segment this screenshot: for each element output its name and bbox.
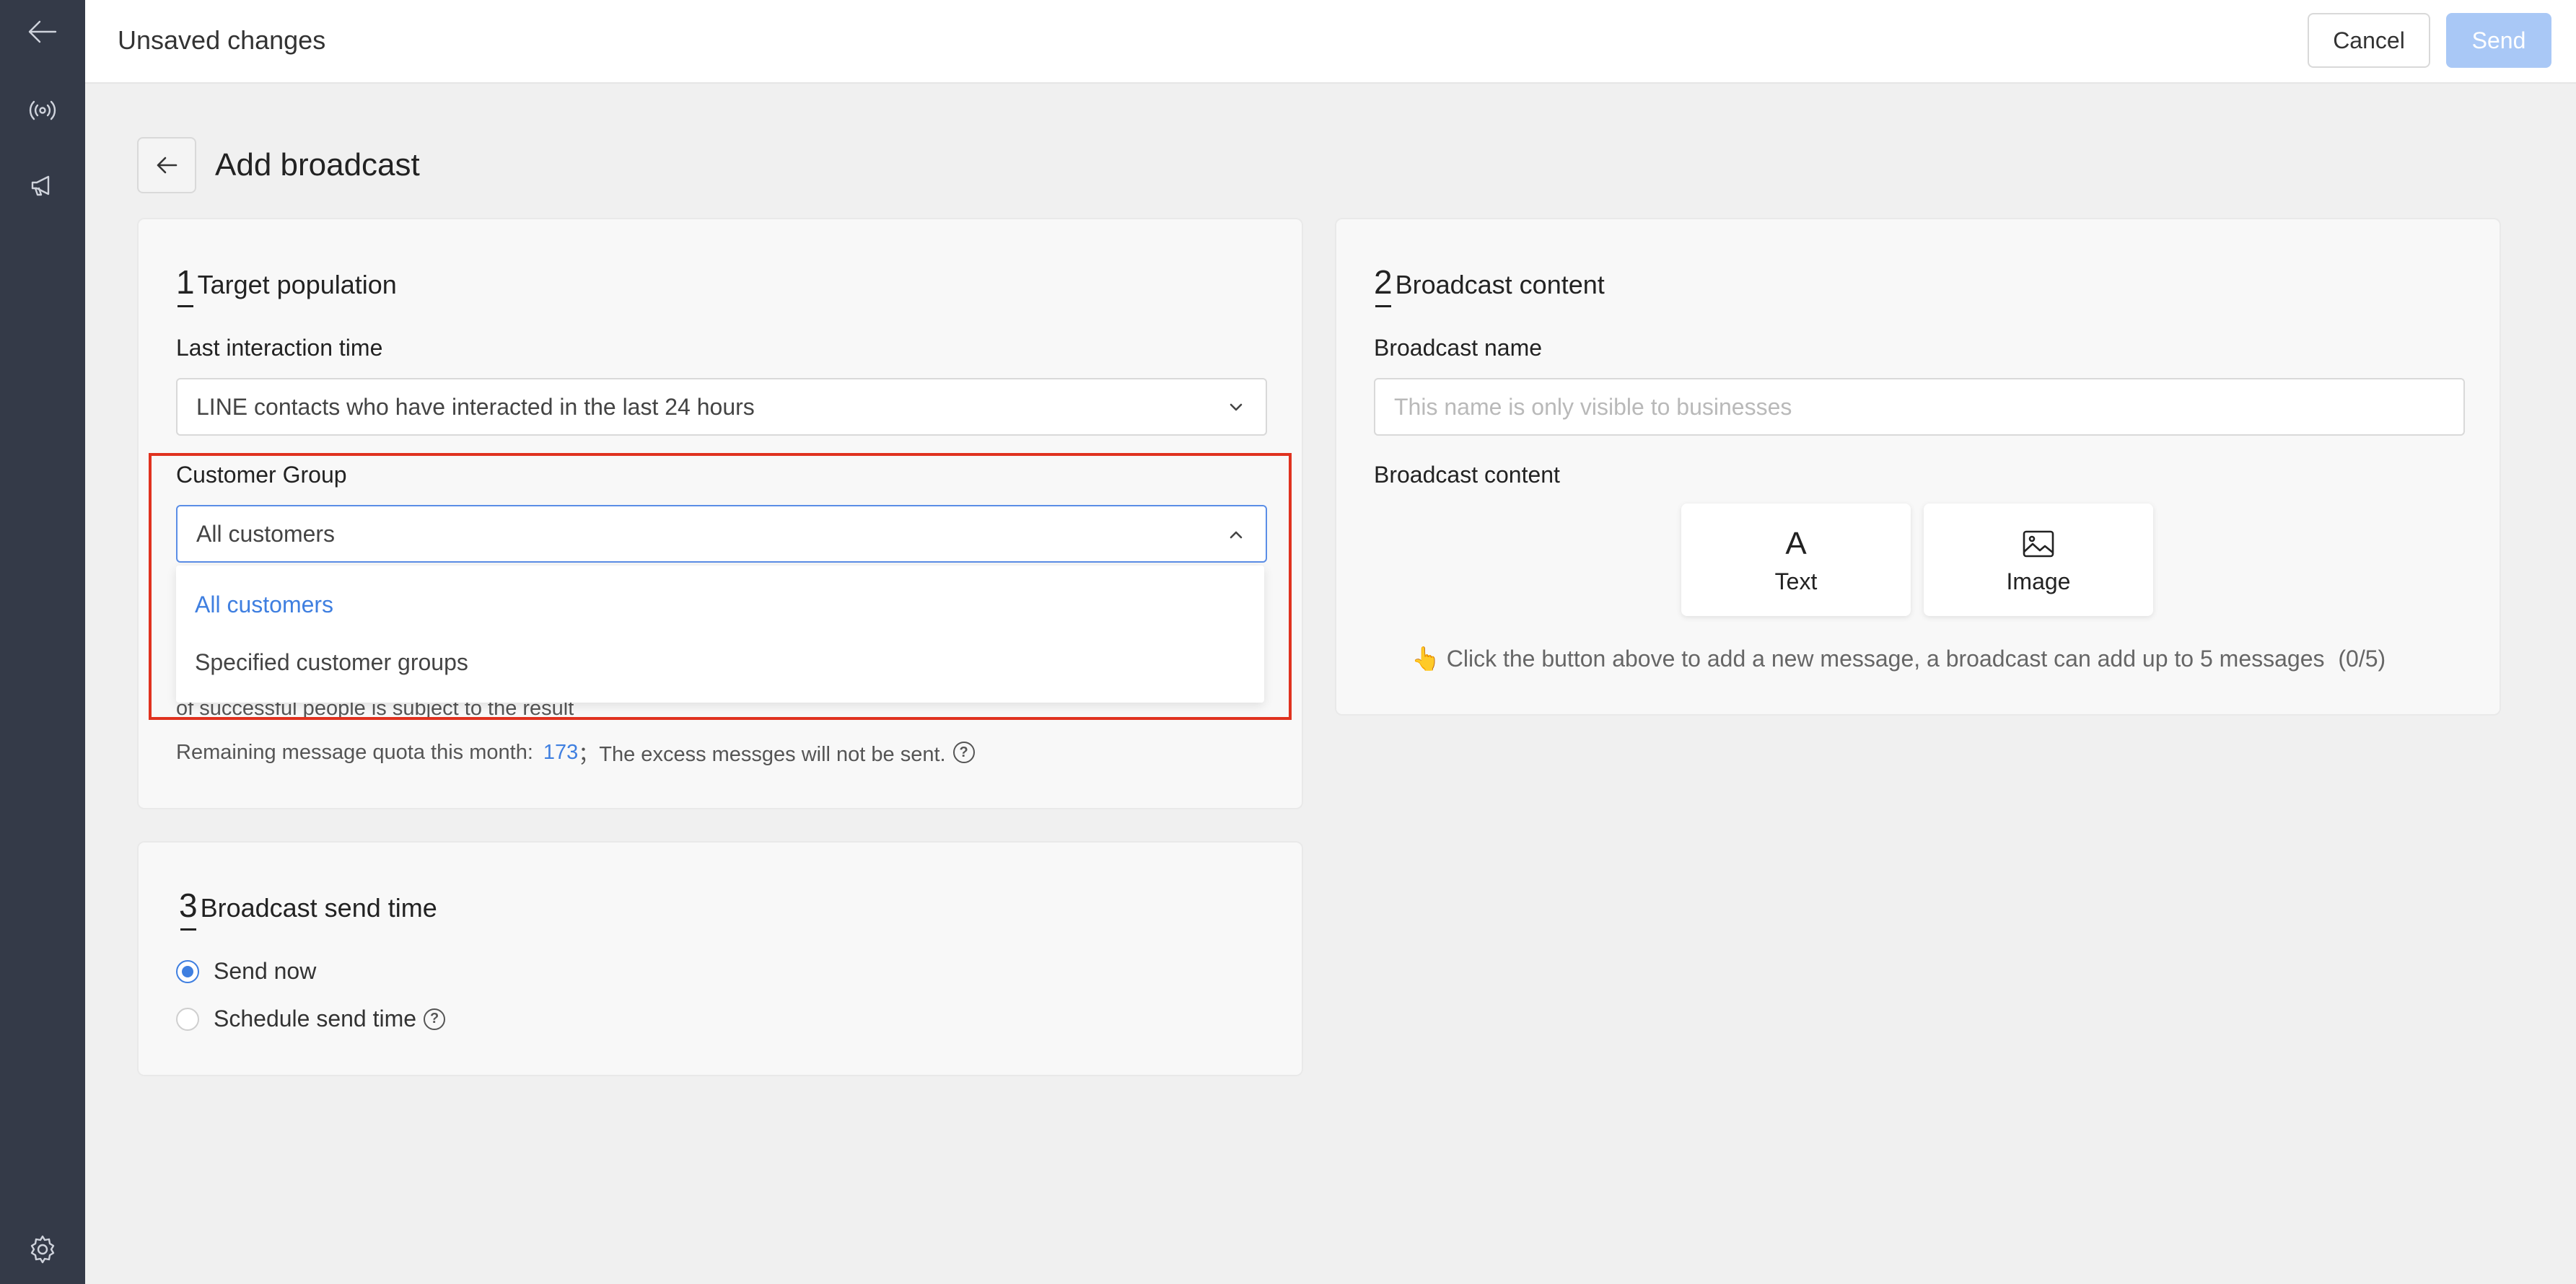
schedule-radio[interactable]: [176, 1007, 199, 1031]
quota-suffix: ；The excess messges will not be sent.: [578, 743, 946, 766]
image-tile-label: Image: [2006, 568, 2071, 594]
page-back-button[interactable]: [137, 137, 196, 193]
broadcast-name-placeholder: This name is only visible to businesses: [1394, 393, 1792, 420]
broadcast-name-input[interactable]: This name is only visible to businesses: [1374, 378, 2465, 436]
option-specified-groups[interactable]: Specified customer groups: [176, 633, 1264, 691]
chevron-down-icon: [1230, 403, 1243, 411]
back-arrow-icon[interactable]: [0, 14, 85, 49]
image-icon: [2022, 525, 2055, 563]
section-title: Broadcast content: [1395, 270, 1605, 299]
hint-text: Click the button above to add a new mess…: [1446, 646, 2325, 672]
quota-value: 173: [543, 740, 579, 764]
arrow-left-icon: [157, 157, 178, 174]
schedule-label: Schedule send time: [214, 1006, 417, 1032]
customer-group-select[interactable]: All customers: [176, 505, 1267, 563]
help-icon[interactable]: ?: [424, 1008, 446, 1030]
schedule-option[interactable]: Schedule send time ?: [176, 1006, 446, 1032]
last-interaction-label: Last interaction time: [176, 335, 383, 361]
target-population-card: 1 Target population Last interaction tim…: [137, 218, 1303, 809]
add-text-button[interactable]: A Text: [1681, 504, 1911, 616]
send-button[interactable]: Send: [2446, 13, 2551, 68]
quota-prefix: Remaining message quota this month:: [176, 740, 533, 764]
gear-icon[interactable]: [0, 1232, 85, 1267]
help-icon[interactable]: ?: [952, 742, 975, 763]
text-icon: A: [1785, 525, 1807, 561]
section-title: Target population: [197, 270, 397, 299]
top-header: Unsaved changes Cancel Send: [85, 0, 2576, 84]
cancel-button[interactable]: Cancel: [2308, 13, 2430, 68]
megaphone-icon[interactable]: [0, 169, 85, 202]
add-message-hint: 👆 Click the button above to add a new me…: [1411, 645, 2386, 672]
send-now-label: Send now: [214, 958, 317, 984]
send-now-option[interactable]: Send now: [176, 958, 316, 985]
send-time-heading: 3 Broadcast send time: [179, 886, 437, 931]
broadcast-content-card: 2 Broadcast content Broadcast name This …: [1335, 218, 2501, 716]
text-tile-label: Text: [1774, 568, 1818, 594]
broadcast-content-label: Broadcast content: [1374, 462, 1560, 488]
last-interaction-select[interactable]: LINE contacts who have interacted in the…: [176, 378, 1267, 436]
unsaved-changes-title: Unsaved changes: [118, 25, 326, 55]
pointing-hand-icon: 👆: [1411, 646, 1440, 672]
broadcast-content-heading: 2 Broadcast content: [1374, 263, 1605, 307]
section-number: 2: [1374, 263, 1393, 307]
section-title: Broadcast send time: [200, 893, 437, 923]
broadcast-icon[interactable]: [0, 94, 85, 127]
sidebar-rail: [0, 0, 85, 1284]
broadcast-name-label: Broadcast name: [1374, 335, 1543, 361]
option-all-customers[interactable]: All customers: [176, 576, 1264, 633]
message-count: (0/5): [2338, 646, 2386, 672]
last-interaction-value: LINE contacts who have interacted in the…: [196, 393, 755, 420]
customer-group-value: All customers: [196, 520, 336, 547]
chevron-up-icon: [1230, 531, 1243, 539]
customer-group-dropdown: All customers Specified customer groups: [176, 566, 1264, 703]
send-now-radio[interactable]: [176, 959, 199, 983]
section-number: 1: [176, 263, 195, 307]
send-time-card: 3 Broadcast send time Send now Schedule …: [137, 841, 1303, 1076]
target-population-heading: 1 Target population: [176, 263, 397, 307]
section-number: 3: [179, 887, 198, 931]
add-image-button[interactable]: Image: [1924, 504, 2153, 616]
quota-line: Remaining message quota this month: 173 …: [176, 737, 975, 768]
page-title: Add broadcast: [215, 147, 420, 183]
customer-group-label: Customer Group: [176, 462, 347, 488]
